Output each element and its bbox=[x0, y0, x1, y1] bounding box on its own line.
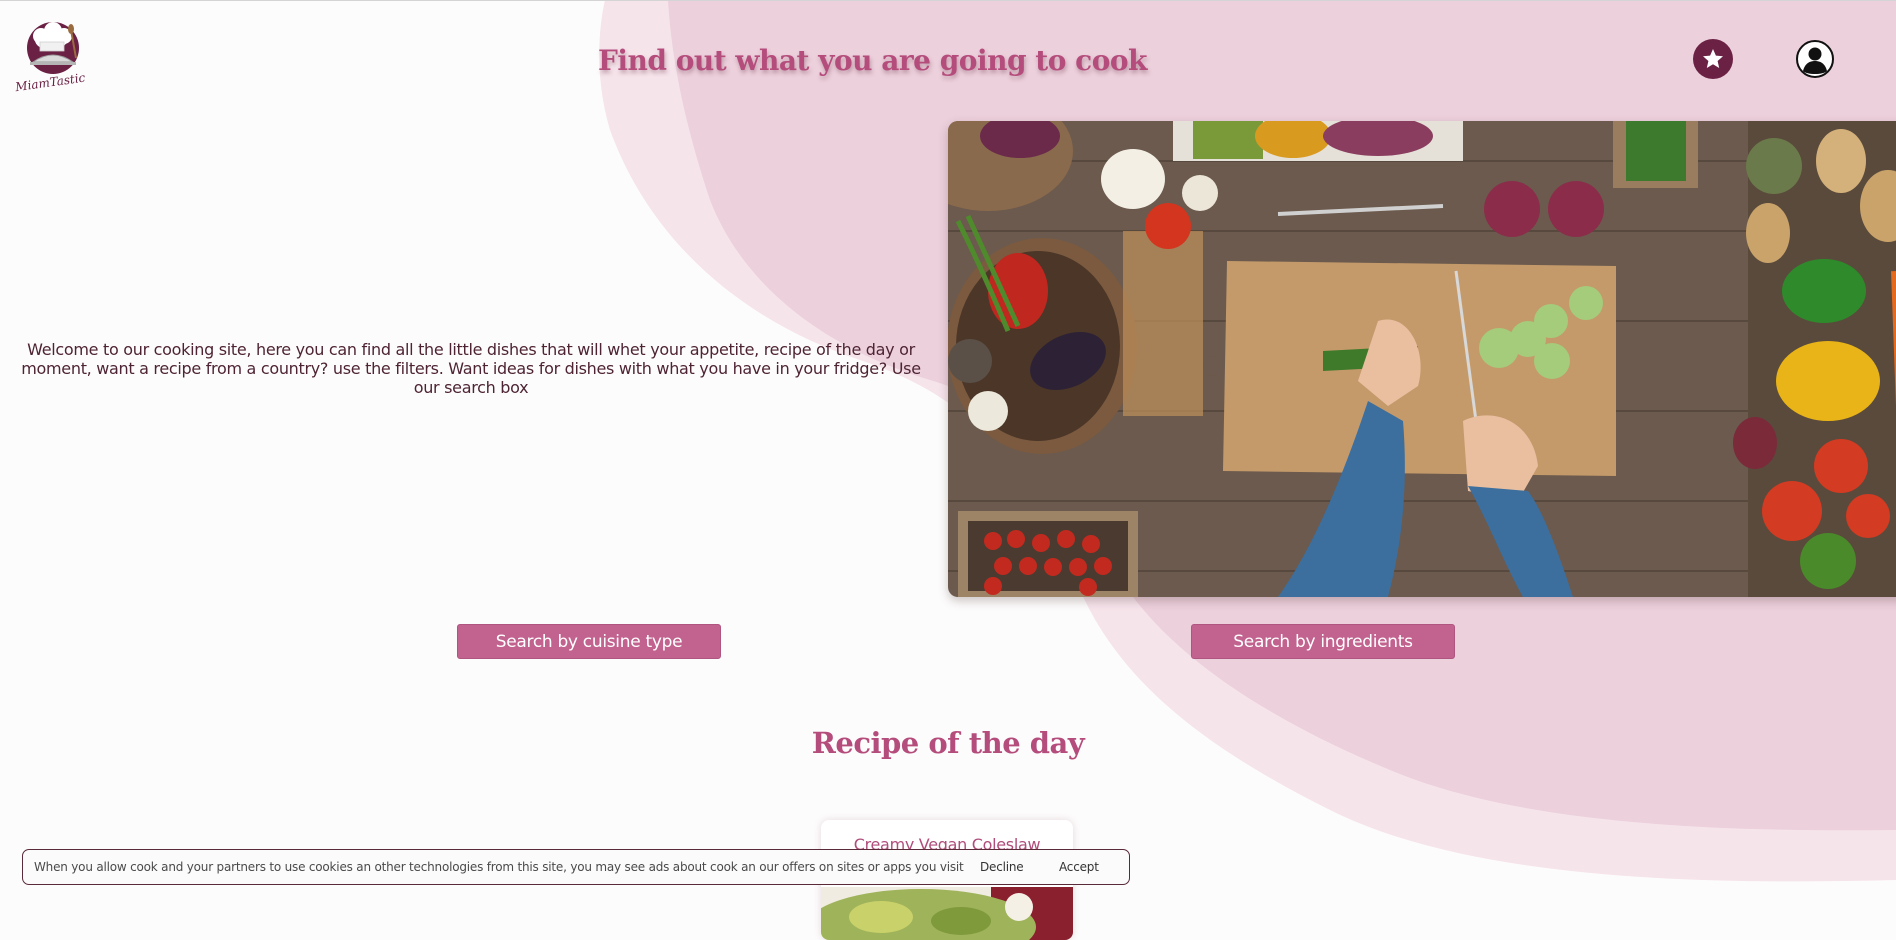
hero-image bbox=[948, 121, 1896, 597]
user-icon bbox=[1796, 40, 1834, 78]
decline-button[interactable]: Decline bbox=[980, 860, 1024, 874]
recipe-thumbnail bbox=[821, 887, 1073, 940]
accept-button[interactable]: Accept bbox=[1059, 860, 1099, 874]
search-by-cuisine-button[interactable]: Search by cuisine type bbox=[457, 624, 721, 659]
cooking-photo bbox=[948, 121, 1896, 597]
cookie-message: When you allow cook and your partners to… bbox=[34, 860, 964, 874]
page-headline: Find out what you are going to cook bbox=[598, 44, 1147, 77]
cookie-banner: When you allow cook and your partners to… bbox=[22, 849, 1130, 885]
star-icon bbox=[1703, 49, 1723, 68]
favorites-button[interactable] bbox=[1693, 39, 1733, 79]
intro-text: Welcome to our cooking site, here you ca… bbox=[21, 340, 921, 397]
account-button[interactable] bbox=[1795, 39, 1835, 79]
recipe-of-day-heading: Recipe of the day bbox=[811, 726, 1085, 760]
search-by-ingredients-button[interactable]: Search by ingredients bbox=[1191, 624, 1455, 659]
top-border bbox=[0, 0, 1896, 1]
